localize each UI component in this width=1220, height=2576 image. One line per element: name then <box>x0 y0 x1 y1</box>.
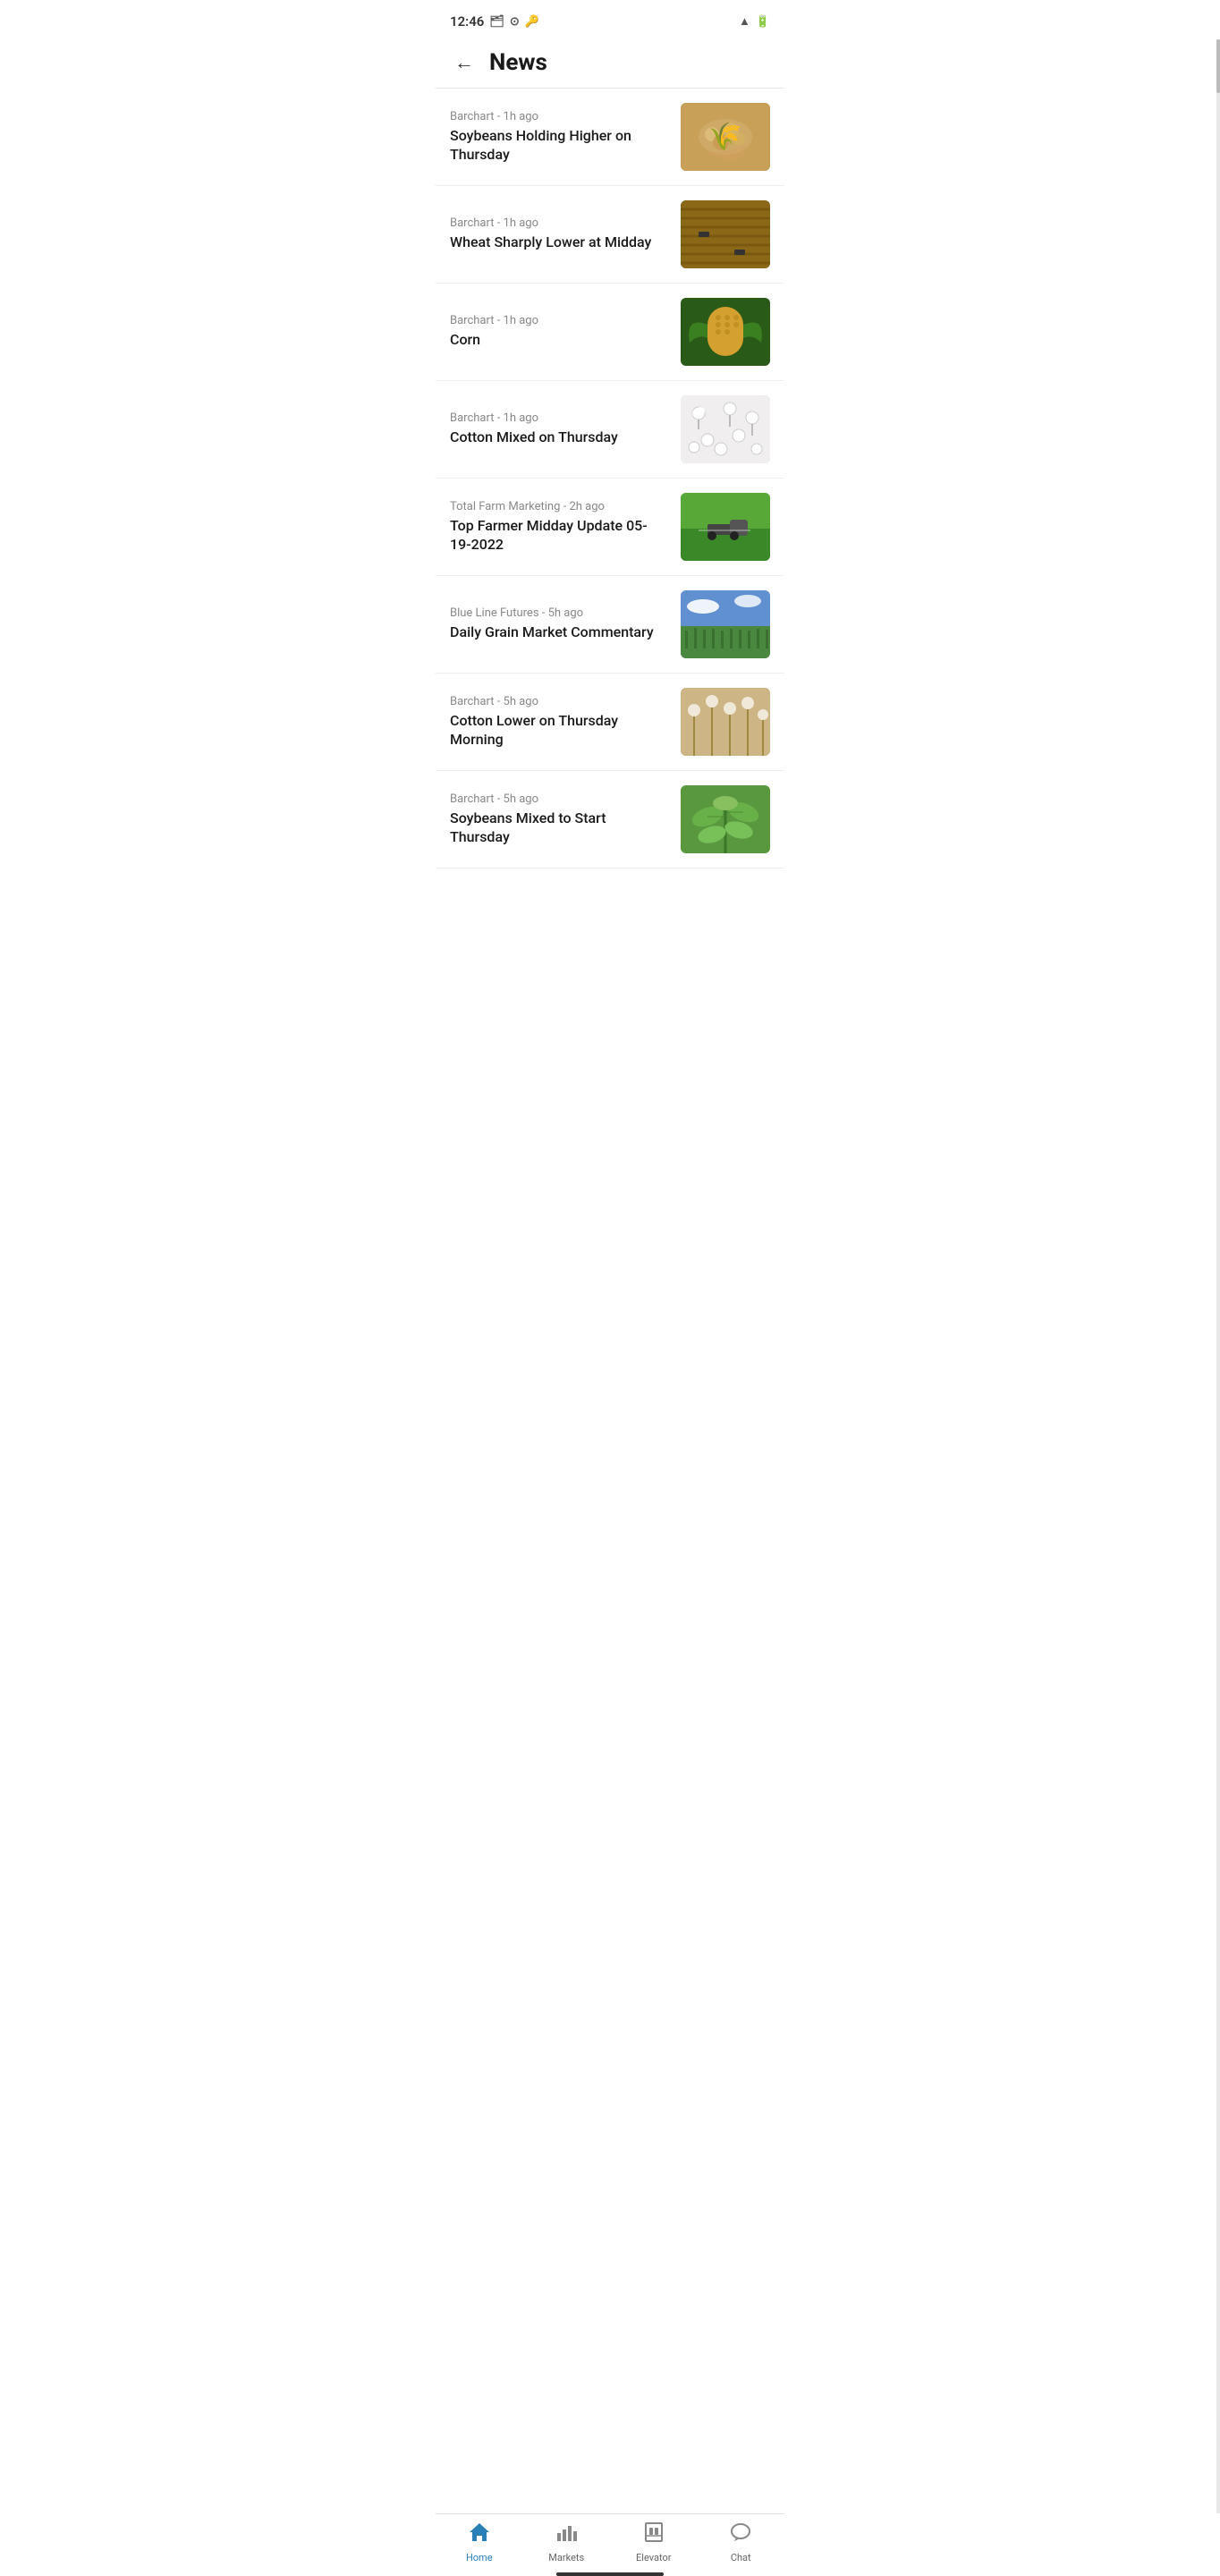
news-meta: Barchart - 5h ago <box>450 695 668 708</box>
news-source: Barchart <box>450 314 494 327</box>
avid-icon: ⊙ <box>510 15 520 29</box>
news-thumbnail <box>681 590 770 658</box>
news-content: Barchart - 1h ago Cotton Mixed on Thursd… <box>450 411 681 447</box>
back-arrow-icon: ← <box>454 51 474 74</box>
news-separator: - <box>497 314 504 327</box>
news-source: Blue Line Futures <box>450 606 539 620</box>
news-source: Barchart <box>450 695 494 708</box>
news-headline: Cotton Lower on Thursday Morning <box>450 712 668 750</box>
nav-item-home[interactable]: Home <box>436 2521 523 2563</box>
status-time: 12:46 <box>450 13 484 30</box>
news-source: Barchart <box>450 411 494 425</box>
news-item[interactable]: Barchart - 5h ago Soybeans Mixed to Star… <box>436 771 784 869</box>
news-headline: Wheat Sharply Lower at Midday <box>450 233 668 252</box>
scrollbar-thumb <box>1216 39 1220 93</box>
news-time: 1h ago <box>504 411 538 425</box>
nav-label-elevator: Elevator <box>636 2552 671 2563</box>
home-indicator <box>556 2572 664 2576</box>
news-list: Barchart - 1h ago Soybeans Holding Highe… <box>436 89 784 940</box>
news-content: Blue Line Futures - 5h ago Daily Grain M… <box>450 606 681 642</box>
nav-item-chat[interactable]: Chat <box>698 2521 785 2563</box>
news-separator: - <box>497 695 504 708</box>
news-meta: Barchart - 1h ago <box>450 216 668 230</box>
news-thumbnail <box>681 103 770 171</box>
nav-item-markets[interactable]: Markets <box>523 2521 611 2563</box>
news-meta: Barchart - 1h ago <box>450 314 668 327</box>
news-item[interactable]: Barchart - 1h ago Cotton Mixed on Thursd… <box>436 381 784 479</box>
news-source: Barchart <box>450 216 494 230</box>
scrollbar-track[interactable] <box>1216 39 1220 2513</box>
sim-icon: 🗂 <box>489 15 504 29</box>
status-bar-left: 12:46 🗂 ⊙ 🔑 <box>450 13 539 30</box>
news-separator: - <box>497 792 504 806</box>
news-time: 1h ago <box>504 216 538 230</box>
news-content: Barchart - 5h ago Cotton Lower on Thursd… <box>450 695 681 750</box>
news-time: 1h ago <box>504 314 538 327</box>
news-time: 2h ago <box>569 500 604 513</box>
back-button[interactable]: ← <box>450 48 479 77</box>
news-item[interactable]: Barchart - 1h ago Corn <box>436 284 784 381</box>
news-header: ← News <box>436 39 784 89</box>
news-meta: Blue Line Futures - 5h ago <box>450 606 668 620</box>
news-item[interactable]: Barchart - 1h ago Wheat Sharply Lower at… <box>436 186 784 284</box>
news-item[interactable]: Barchart - 1h ago Soybeans Holding Highe… <box>436 89 784 186</box>
news-time: 5h ago <box>504 792 538 806</box>
chat-icon <box>729 2521 752 2549</box>
news-meta: Barchart - 5h ago <box>450 792 668 806</box>
news-separator: - <box>542 606 548 620</box>
news-thumbnail <box>681 298 770 366</box>
nav-item-elevator[interactable]: Elevator <box>610 2521 698 2563</box>
nav-label-home: Home <box>466 2552 493 2563</box>
news-content: Barchart - 1h ago Soybeans Holding Highe… <box>450 110 681 165</box>
news-time: 5h ago <box>548 606 583 620</box>
news-item[interactable]: Blue Line Futures - 5h ago Daily Grain M… <box>436 576 784 674</box>
news-item[interactable]: Total Farm Marketing - 2h ago Top Farmer… <box>436 479 784 576</box>
news-content: Barchart - 5h ago Soybeans Mixed to Star… <box>450 792 681 847</box>
news-headline: Cotton Mixed on Thursday <box>450 428 668 447</box>
news-headline: Soybeans Mixed to Start Thursday <box>450 809 668 847</box>
news-source: Barchart <box>450 792 494 806</box>
news-content: Barchart - 1h ago Wheat Sharply Lower at… <box>450 216 681 252</box>
news-headline: Top Farmer Midday Update 05-19-2022 <box>450 517 668 555</box>
news-source: Total Farm Marketing <box>450 500 560 513</box>
news-thumbnail <box>681 493 770 561</box>
news-content: Total Farm Marketing - 2h ago Top Farmer… <box>450 500 681 555</box>
nav-label-chat: Chat <box>731 2552 751 2563</box>
news-item[interactable]: Barchart - 5h ago Cotton Lower on Thursd… <box>436 674 784 771</box>
news-headline: Soybeans Holding Higher on Thursday <box>450 127 668 165</box>
wifi-icon: ▲ <box>739 14 750 29</box>
news-separator: - <box>497 216 504 230</box>
news-content: Barchart - 1h ago Corn <box>450 314 681 350</box>
news-headline: Corn <box>450 331 668 350</box>
news-separator: - <box>497 110 504 123</box>
news-thumbnail <box>681 785 770 853</box>
elevator-icon <box>642 2521 665 2549</box>
news-thumbnail <box>681 688 770 756</box>
news-thumbnail <box>681 395 770 463</box>
status-bar-right: ▲ 🔋 <box>739 14 770 29</box>
home-icon <box>468 2521 491 2549</box>
news-time: 1h ago <box>504 110 538 123</box>
news-meta: Barchart - 1h ago <box>450 411 668 425</box>
news-thumbnail <box>681 200 770 268</box>
status-bar: 12:46 🗂 ⊙ 🔑 ▲ 🔋 <box>436 0 784 39</box>
lock-icon: 🔑 <box>525 15 539 29</box>
bottom-nav: Home Markets Elevator <box>436 2513 784 2576</box>
news-headline: Daily Grain Market Commentary <box>450 623 668 642</box>
news-time: 5h ago <box>504 695 538 708</box>
news-meta: Barchart - 1h ago <box>450 110 668 123</box>
news-source: Barchart <box>450 110 494 123</box>
battery-icon: 🔋 <box>756 15 770 29</box>
news-meta: Total Farm Marketing - 2h ago <box>450 500 668 513</box>
page-title: News <box>489 49 547 76</box>
nav-label-markets: Markets <box>548 2552 584 2563</box>
markets-icon <box>555 2521 578 2549</box>
news-separator: - <box>497 411 504 425</box>
